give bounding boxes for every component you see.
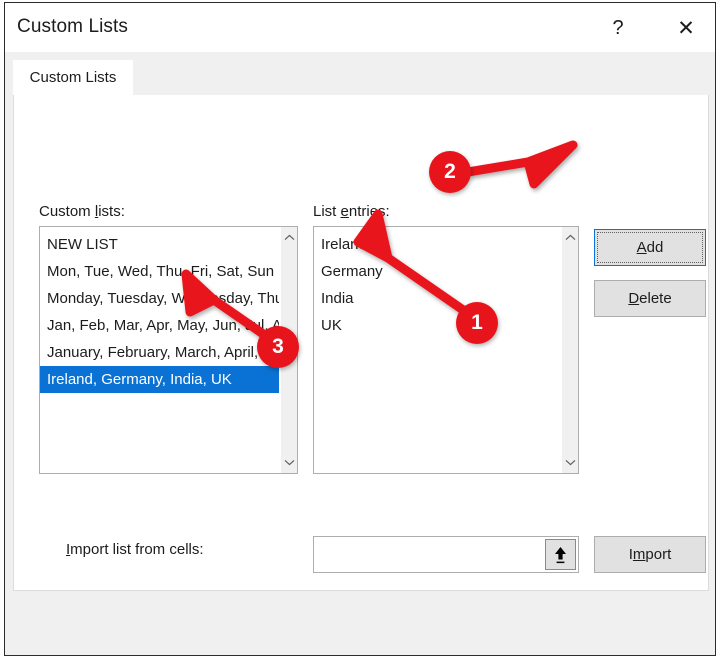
help-glyph: ? <box>612 16 624 39</box>
list-entry-item[interactable]: Ireland <box>314 231 560 258</box>
custom-lists-listbox[interactable]: NEW LIST Mon, Tue, Wed, Thu, Fri, Sat, Su… <box>39 226 298 474</box>
custom-list-item[interactable]: Mon, Tue, Wed, Thu, Fri, Sat, Sun <box>40 258 279 285</box>
custom-list-item[interactable]: January, February, March, April, May <box>40 339 279 366</box>
chevron-up-icon[interactable] <box>281 229 297 246</box>
screenshot-root: Custom Lists ? ✕ Custom Lists Custom lis… <box>0 0 720 660</box>
add-button[interactable]: Add <box>594 229 706 266</box>
delete-button[interactable]: Delete <box>594 280 706 317</box>
chevron-down-icon[interactable] <box>562 454 578 471</box>
list-entries-items: Ireland Germany India UK <box>314 231 560 339</box>
import-list-label: Import list from cells: <box>66 541 204 558</box>
import-button[interactable]: Import <box>594 536 706 573</box>
help-icon[interactable]: ? <box>597 11 639 45</box>
import-button-label: Import <box>628 546 672 563</box>
label-part: ists: <box>98 203 125 220</box>
label-accel: e <box>340 203 349 220</box>
custom-lists-items: NEW LIST Mon, Tue, Wed, Thu, Fri, Sat, Su… <box>40 231 279 393</box>
close-icon[interactable]: ✕ <box>665 11 707 45</box>
list-entry-item[interactable]: India <box>314 285 560 312</box>
dialog-footer: OK Cancel <box>5 591 715 655</box>
tab-label: Custom Lists <box>29 69 117 86</box>
custom-lists-dialog: Custom Lists ? ✕ Custom Lists Custom lis… <box>4 2 716 656</box>
tab-panel: Custom lists: List entries: NEW LIST Mon,… <box>13 95 709 591</box>
label-part: mport list from cells: <box>70 541 204 558</box>
tab-custom-lists[interactable]: Custom Lists <box>13 60 133 95</box>
collapse-dialog-arrow-icon[interactable] <box>545 539 576 570</box>
list-entries-listbox[interactable]: Ireland Germany India UK <box>313 226 579 474</box>
add-button-label: Add <box>636 239 664 256</box>
chevron-up-icon[interactable] <box>562 229 578 246</box>
import-range-field[interactable] <box>313 536 579 573</box>
list-entry-item[interactable]: Germany <box>314 258 560 285</box>
delete-button-label: Delete <box>628 290 672 307</box>
label-part: Custom <box>39 203 95 220</box>
custom-list-item[interactable]: Jan, Feb, Mar, Apr, May, Jun, Jul, Aug <box>40 312 279 339</box>
list-entries-label: List entries: <box>313 203 390 220</box>
custom-lists-scrollbar[interactable] <box>280 227 297 473</box>
label-part: ntries: <box>348 203 390 220</box>
title-bar: Custom Lists ? ✕ <box>5 3 715 52</box>
custom-lists-label: Custom lists: <box>39 203 125 220</box>
custom-list-item[interactable]: Ireland, Germany, India, UK <box>40 366 279 393</box>
list-entries-scrollbar[interactable] <box>561 227 578 473</box>
label-part: List <box>313 203 341 220</box>
tab-strip: Custom Lists <box>5 52 715 95</box>
list-entry-item[interactable]: UK <box>314 312 560 339</box>
chevron-down-icon[interactable] <box>281 454 297 471</box>
custom-list-item[interactable]: NEW LIST <box>40 231 279 258</box>
dialog-title: Custom Lists <box>17 16 129 37</box>
custom-list-item[interactable]: Monday, Tuesday, Wednesday, Thursday <box>40 285 279 312</box>
close-glyph: ✕ <box>677 16 695 40</box>
